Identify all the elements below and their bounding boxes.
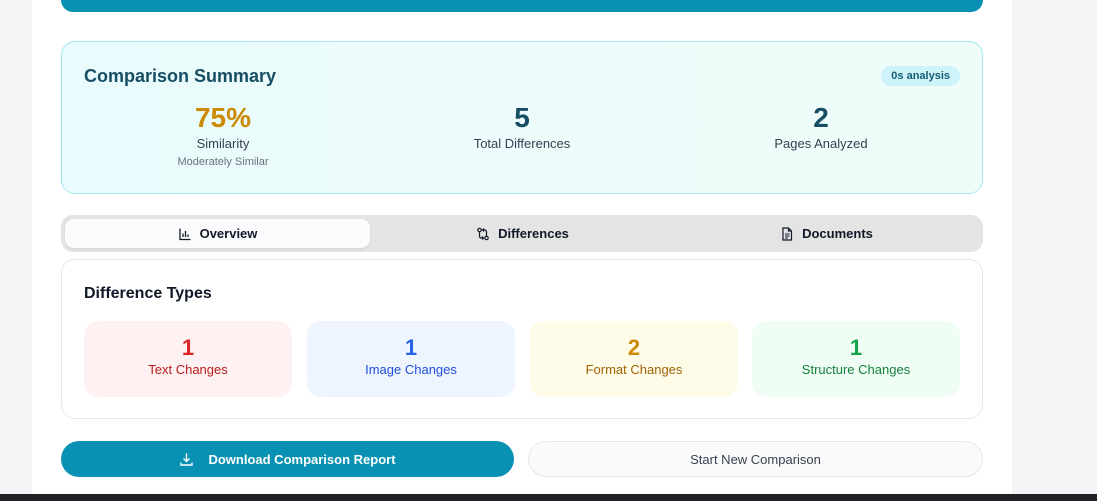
difference-types-title: Difference Types — [84, 285, 212, 302]
structure-changes-box: 1 Structure Changes — [752, 321, 960, 397]
similarity-stat: 75% Similarity Moderately Similar — [123, 100, 323, 168]
tab-differences-label: Differences — [498, 226, 569, 241]
download-report-label: Download Comparison Report — [208, 451, 396, 467]
tab-documents[interactable]: Documents — [674, 219, 979, 248]
image-changes-label: Image Changes — [365, 362, 457, 377]
document-icon — [782, 226, 793, 241]
tab-differences[interactable]: Differences — [370, 219, 675, 248]
bar-chart-icon — [178, 228, 191, 240]
difference-types-card: Difference Types 1 Text Changes 1 Image … — [61, 259, 983, 419]
text-changes-count: 1 — [181, 335, 195, 360]
structure-changes-count: 1 — [849, 335, 863, 360]
tab-documents-label: Documents — [802, 226, 873, 241]
similarity-value: 75% — [194, 102, 252, 133]
view-tabs: Overview Differences Documents — [61, 215, 983, 252]
download-icon — [180, 453, 194, 466]
start-new-comparison-button[interactable]: Start New Comparison — [528, 441, 983, 477]
structure-changes-label: Structure Changes — [801, 362, 911, 377]
similarity-sublabel: Moderately Similar — [177, 156, 269, 168]
summary-title: Comparison Summary — [84, 66, 277, 86]
download-report-button[interactable]: Download Comparison Report — [61, 441, 514, 477]
analysis-time-badge: 0s analysis — [881, 66, 960, 86]
pages-analyzed-label: Pages Analyzed — [774, 136, 868, 151]
format-changes-box: 2 Format Changes — [530, 321, 738, 397]
total-differences-value: 5 — [514, 102, 530, 133]
similarity-label: Similarity — [196, 136, 250, 151]
format-changes-label: Format Changes — [585, 362, 683, 377]
image-changes-count: 1 — [404, 335, 418, 360]
total-differences-stat: 5 Total Differences — [422, 100, 622, 152]
comparison-summary-card: Comparison Summary 0s analysis 75% Simil… — [61, 41, 983, 194]
start-new-comparison-label: Start New Comparison — [690, 451, 821, 467]
pages-analyzed-stat: 2 Pages Analyzed — [721, 100, 921, 152]
tab-overview-label: Overview — [199, 226, 258, 241]
taskbar-edge — [0, 494, 1097, 501]
text-changes-label: Text Changes — [148, 362, 228, 377]
pages-analyzed-value: 2 — [813, 102, 829, 133]
text-changes-box: 1 Text Changes — [84, 321, 292, 397]
image-changes-box: 1 Image Changes — [307, 321, 515, 397]
top-action-strip[interactable] — [61, 0, 983, 12]
format-changes-count: 2 — [627, 335, 641, 360]
total-differences-label: Total Differences — [473, 136, 571, 151]
git-compare-icon — [477, 227, 489, 240]
tab-overview[interactable]: Overview — [65, 219, 370, 248]
